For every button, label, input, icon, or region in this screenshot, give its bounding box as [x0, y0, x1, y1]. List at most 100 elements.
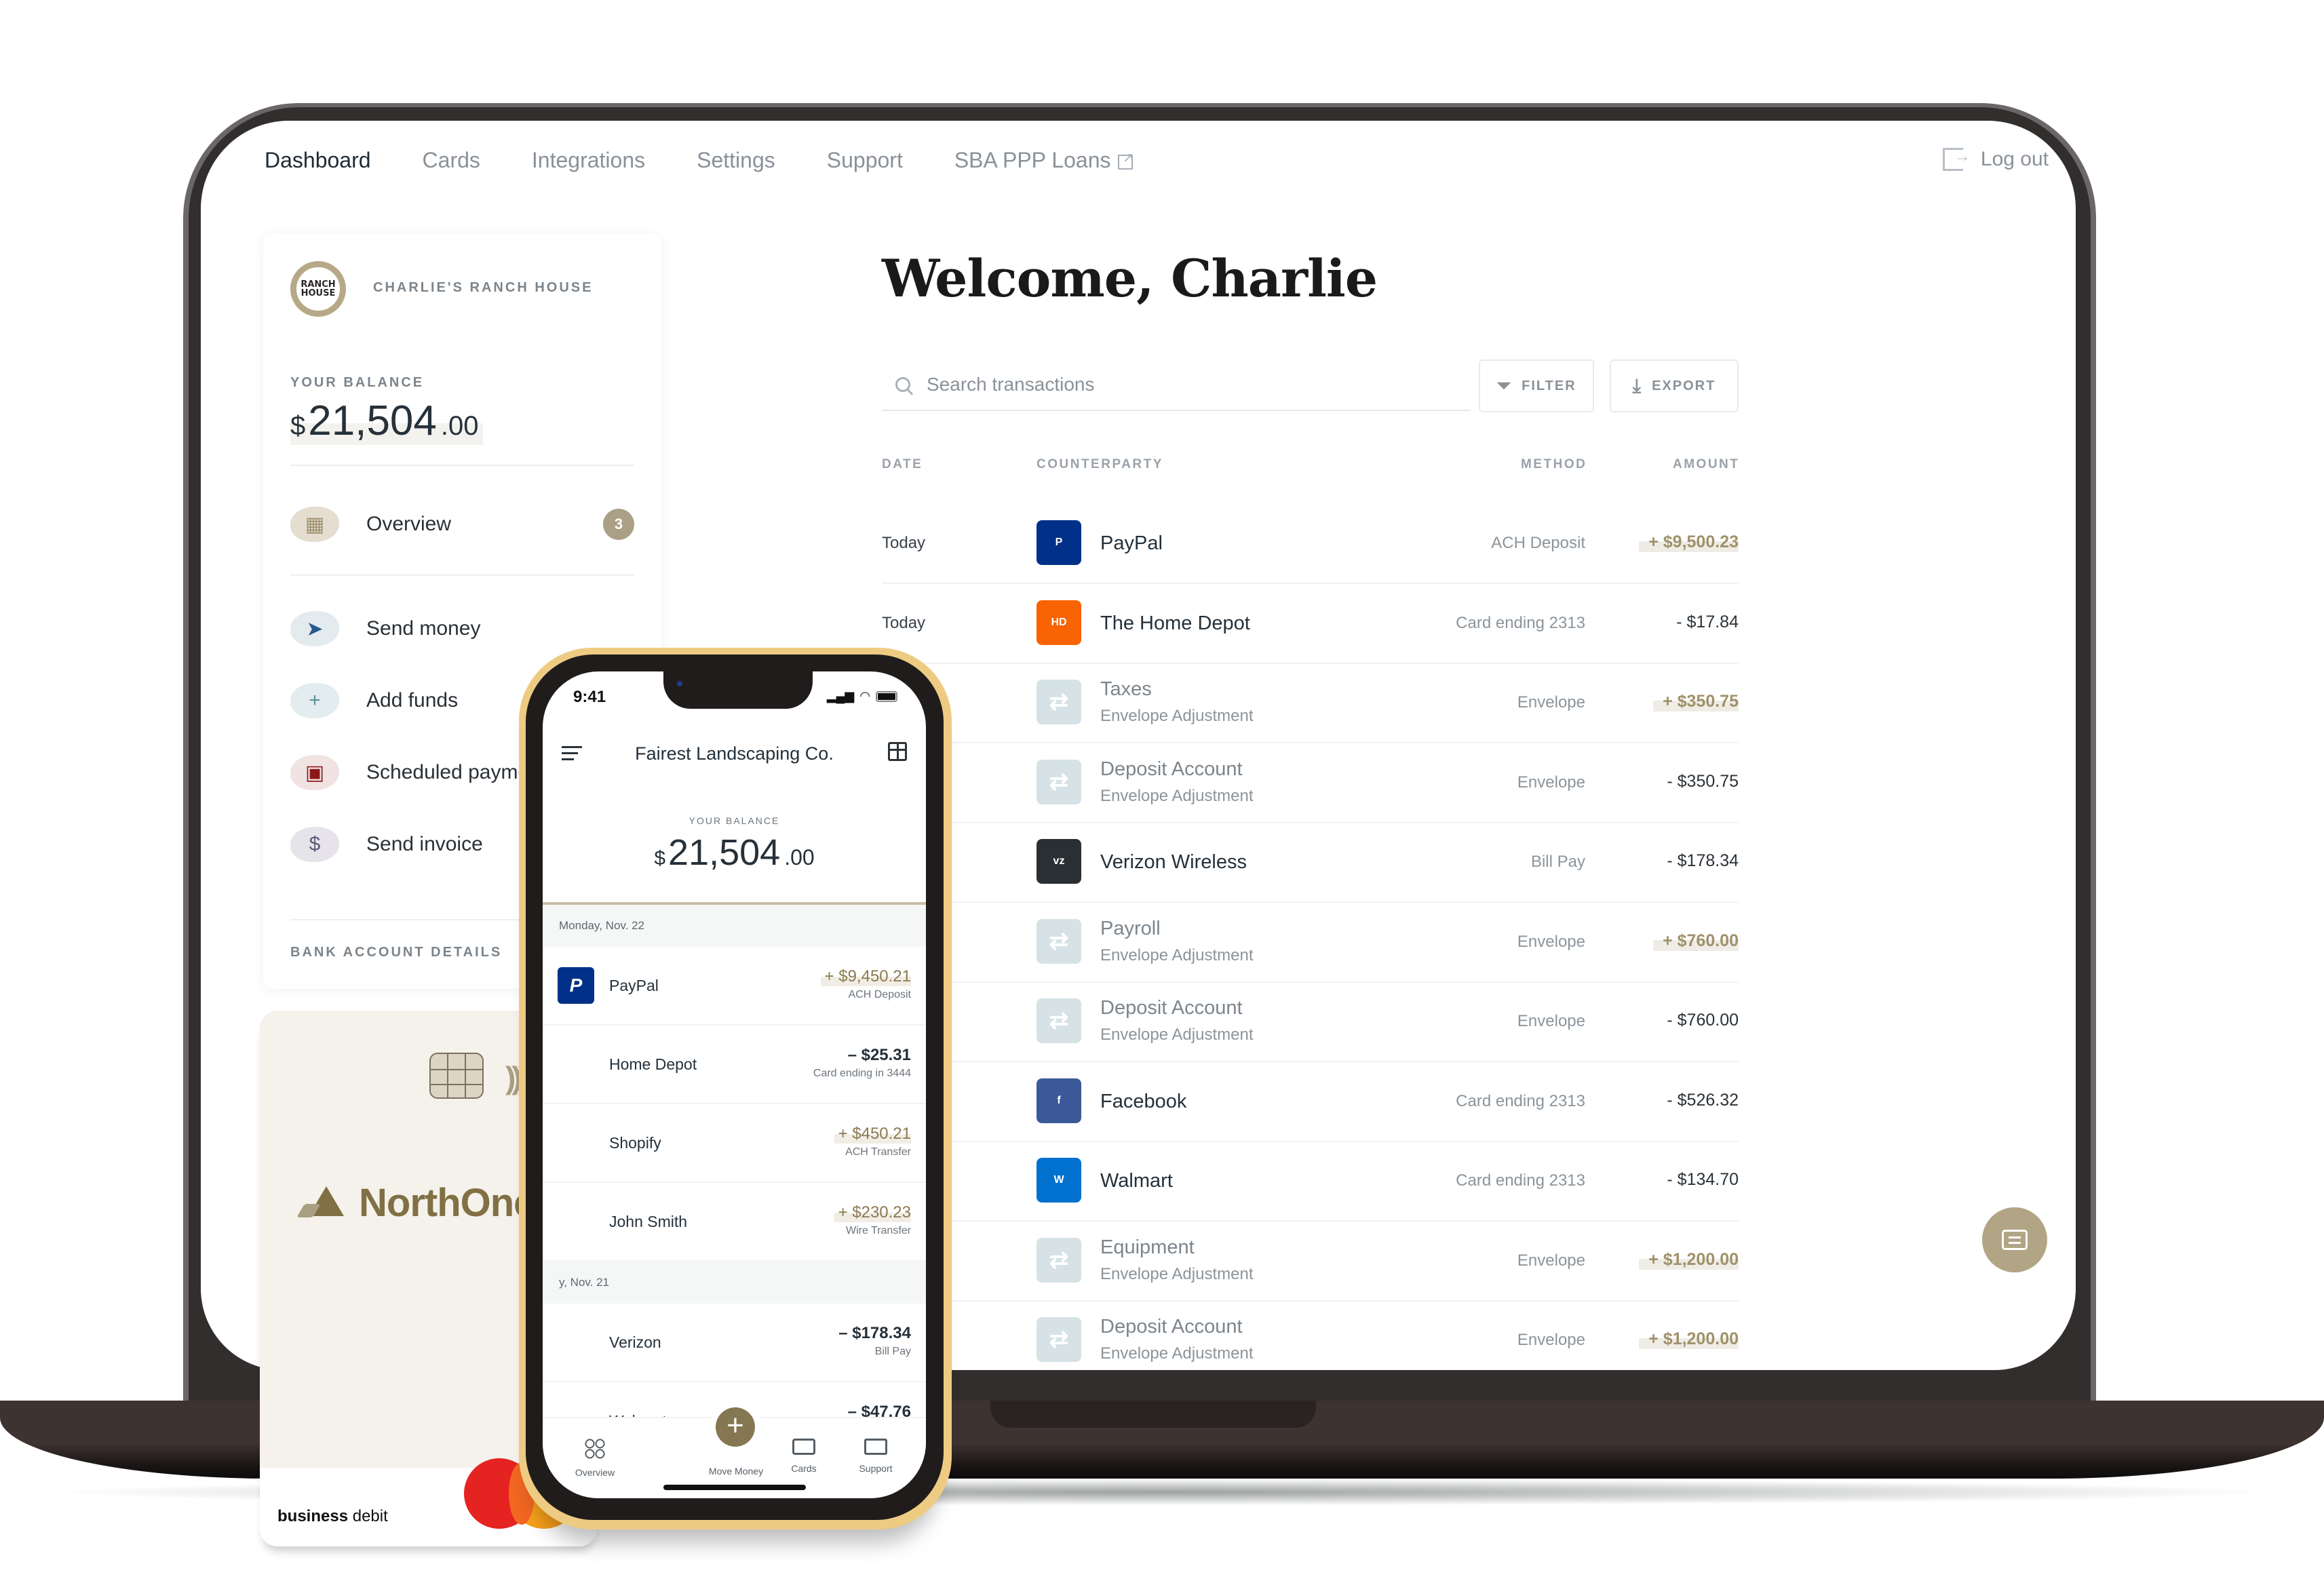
tab-support[interactable]: Support [838, 1439, 913, 1474]
column-method: METHOD [1521, 457, 1587, 471]
phone-counterparty: Shopify [609, 1134, 661, 1152]
transaction-row[interactable]: W Walmart Card ending 2313 - $134.70 [882, 1141, 1739, 1222]
search-input[interactable] [927, 374, 1442, 395]
phone-amount: – $178.34 [838, 1324, 911, 1342]
phone-counterparty: PayPal [609, 977, 659, 994]
export-label: EXPORT [1652, 378, 1716, 393]
phone-frame: 9:41 ▂▄▆ ◠ Fairest Landscaping Co. YOUR … [526, 655, 944, 1520]
nav-integrations[interactable]: Integrations [530, 148, 646, 173]
filter-icon: ⏷ [1496, 375, 1513, 395]
transaction-row[interactable]: Today HD The Home Depot Card ending 2313 - $… [882, 584, 1739, 664]
tab-label: Support [859, 1463, 893, 1474]
phone-method: ACH Deposit [848, 989, 911, 1000]
transaction-amount: + $350.75 [1653, 692, 1739, 711]
transaction-row[interactable]: ⇄ Deposit Account Envelope Adjustment Envel… [882, 743, 1739, 823]
tab-label: Overview [575, 1467, 615, 1478]
business-logo: RANCH HOUSE [290, 261, 346, 317]
transaction-row[interactable]: ⇄ Deposit Account Envelope Adjustment Envel… [882, 1301, 1739, 1370]
wifi-icon: ◠ [859, 689, 870, 703]
card-brand: NorthOne [301, 1180, 535, 1226]
paypal-logo-icon: P [558, 967, 594, 1004]
page-title: Welcome, Charlie [882, 248, 1378, 309]
phone-balance-cents: .00 [784, 845, 815, 870]
filter-button[interactable]: ⏷ FILTER [1479, 359, 1594, 412]
paypal-logo-icon: P [1037, 520, 1081, 565]
column-amount: AMOUNT [1673, 457, 1740, 471]
phone-counterparty: John Smith [609, 1213, 688, 1230]
counterparty-sub: Envelope Adjustment [1100, 945, 1254, 964]
transaction-method: Envelope [1517, 773, 1585, 792]
tab-move-money[interactable]: Move Money [699, 1466, 773, 1477]
counterparty-sub: Envelope Adjustment [1100, 1264, 1254, 1283]
counterparty-name: Deposit Account [1100, 997, 1243, 1019]
phone-transaction-row[interactable]: P PayPal + $9,450.21 ACH Deposit [543, 947, 926, 1026]
northone-logo-icon [301, 1186, 344, 1220]
transaction-method: Bill Pay [1530, 853, 1585, 871]
phone-method: Bill Pay [874, 1346, 911, 1357]
gift-icon[interactable] [888, 742, 907, 761]
chat-button[interactable] [1982, 1207, 2047, 1272]
verizon-logo-icon: vz [1037, 839, 1081, 884]
balance-cents: .00 [440, 411, 479, 441]
phone-transaction-row[interactable]: Home Depot – $25.31 Card ending in 3444 [543, 1026, 926, 1104]
nav-settings[interactable]: Settings [695, 148, 777, 173]
phone-method: Card ending in 3444 [813, 1068, 911, 1079]
phone-balance: $ 21,504 .00 [543, 832, 926, 874]
nav-sba-ppp-loans[interactable]: SBA PPP Loans [953, 148, 1134, 173]
phone-notch [663, 671, 813, 709]
phone-method: Wire Transfer [845, 1225, 911, 1236]
top-nav: Dashboard Cards Integrations Settings Su… [260, 148, 1183, 174]
bank-account-details-link[interactable]: BANK ACCOUNT DETAILS [290, 945, 502, 960]
transaction-method: Card ending 2313 [1456, 1171, 1585, 1190]
nav-support[interactable]: Support [826, 148, 904, 173]
tab-overview[interactable]: Overview [558, 1439, 632, 1478]
status-time: 9:41 [573, 688, 606, 706]
phone-date-header: Monday, Nov. 22 [543, 905, 926, 947]
phone-balance-currency: $ [654, 847, 666, 870]
tab-label: Move Money [708, 1466, 764, 1477]
transfer-arrows-icon: ⇄ [1037, 918, 1081, 964]
transaction-row[interactable]: ⇄ Payroll Envelope Adjustment Envelope + $76… [882, 903, 1739, 983]
invoice-icon: $ [290, 827, 339, 862]
transaction-row[interactable]: ⇄ Taxes Envelope Adjustment Envelope + $350.… [882, 663, 1739, 743]
nav-sba-label: SBA PPP Loans [954, 148, 1111, 172]
home-depot-logo-icon: HD [1037, 600, 1081, 645]
phone-balance-label: YOUR BALANCE [689, 815, 780, 826]
tab-cards[interactable]: Cards [767, 1439, 841, 1474]
logout-button[interactable]: Log out [1942, 147, 2049, 171]
overview-badge: 3 [603, 509, 634, 540]
plus-icon: + [290, 683, 339, 718]
menu-overview[interactable]: ▦ Overview 3 [290, 497, 634, 551]
balance-label: YOUR BALANCE [290, 375, 425, 390]
transaction-row[interactable]: ⇄ Deposit Account Envelope Adjustment Envel… [882, 982, 1739, 1062]
transaction-amount: + $1,200.00 [1639, 1249, 1739, 1270]
walmart-logo-icon: W [1037, 1158, 1081, 1203]
transfer-arrows-icon: ⇄ [1037, 1317, 1081, 1362]
phone-transaction-row[interactable]: Verizon – $178.34 Bill Pay [543, 1304, 926, 1382]
counterparty-name: Equipment [1100, 1236, 1195, 1258]
tab-label: Cards [791, 1463, 817, 1474]
nav-dashboard[interactable]: Dashboard [260, 148, 375, 174]
status-icons: ▂▄▆ ◠ [827, 689, 897, 703]
card-type-bold: business [277, 1507, 349, 1525]
paper-plane-icon: ➤ [290, 611, 339, 646]
logout-icon [1942, 147, 1971, 171]
transaction-row[interactable]: vz Verizon Wireless Bill Pay - $178.34 [882, 823, 1739, 903]
nav-cards[interactable]: Cards [421, 148, 482, 173]
search-icon [895, 377, 910, 392]
counterparty-name: Deposit Account [1100, 1316, 1243, 1338]
phone-transaction-row[interactable]: Shopify + $450.21 ACH Transfer [543, 1104, 926, 1183]
transaction-method: Envelope [1517, 1012, 1585, 1030]
menu-label: Send invoice [366, 833, 483, 855]
balance-whole: 21,504 [308, 397, 437, 444]
transaction-amount: + $9,500.23 [1639, 532, 1739, 552]
facebook-logo-icon: f [1037, 1078, 1081, 1123]
transaction-row[interactable]: Today P PayPal ACH Deposit + $9,500.23 [882, 504, 1739, 584]
transaction-amount: - $134.70 [1667, 1170, 1739, 1189]
phone-transaction-row[interactable]: John Smith + $230.23 Wire Transfer [543, 1183, 926, 1262]
export-button[interactable]: ⤓ EXPORT [1610, 359, 1739, 412]
transfer-arrows-icon: ⇄ [1037, 1237, 1081, 1283]
transaction-row[interactable]: f Facebook Card ending 2313 - $526.32 [882, 1062, 1739, 1142]
move-money-button[interactable]: + [716, 1407, 755, 1447]
transaction-row[interactable]: ⇄ Equipment Envelope Adjustment Envelope + $… [882, 1222, 1739, 1302]
